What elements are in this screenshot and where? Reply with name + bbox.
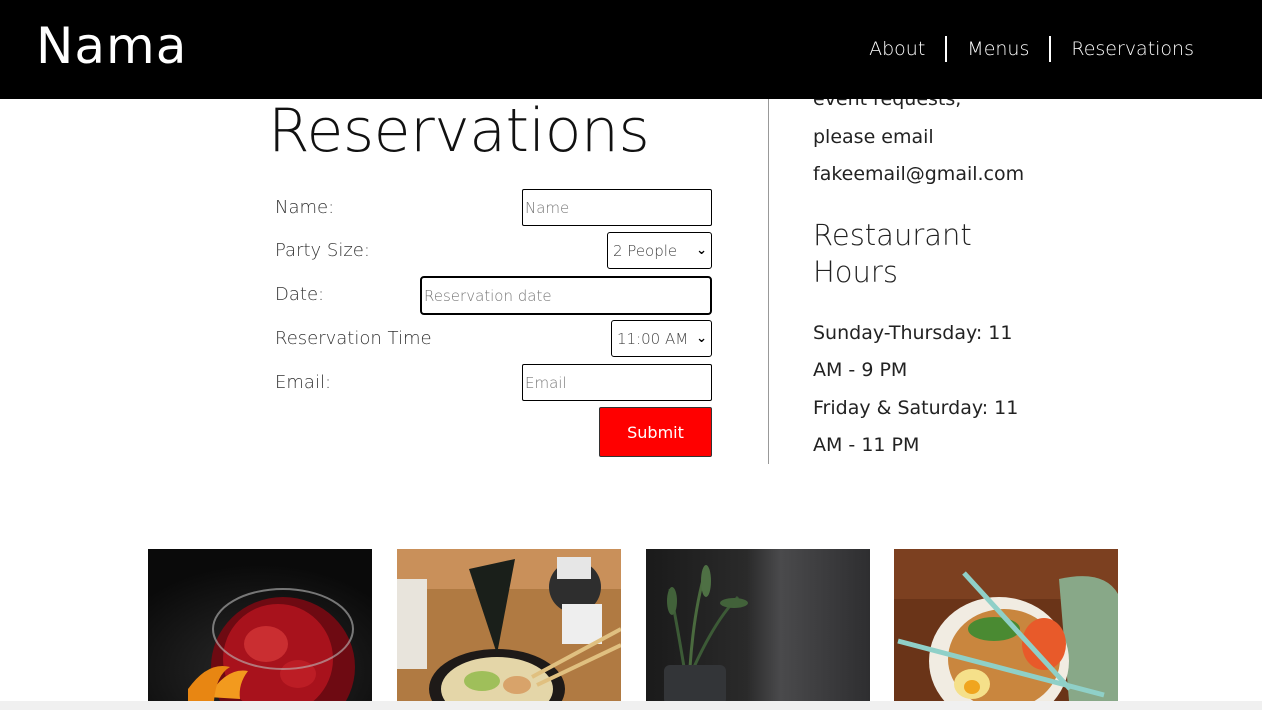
hours-heading-line: Restaurant <box>813 218 972 252</box>
chevron-down-icon: ⌄ <box>696 331 707 346</box>
hours-line: AM - 11 PM <box>813 434 920 456</box>
name-label: Name: <box>275 197 335 218</box>
ramen-photo <box>397 549 621 701</box>
column-divider <box>768 99 769 464</box>
email-placeholder: Email <box>525 373 567 392</box>
email-label: Email: <box>275 372 332 393</box>
party-size-select[interactable]: 2 People ⌄ <box>607 232 712 269</box>
nav-menu: About Menus Reservations <box>849 35 1214 63</box>
reservation-date-input[interactable]: Reservation date <box>420 276 712 315</box>
email-input[interactable]: Email <box>522 364 712 401</box>
nav-menus-link[interactable]: Menus <box>947 35 1049 63</box>
navbar: Nama About Menus Reservations <box>0 0 1262 99</box>
date-label: Date: <box>275 284 325 305</box>
reservation-time-select[interactable]: 11:00 AM ⌄ <box>611 320 712 357</box>
reservation-time-label: Reservation Time <box>275 328 432 349</box>
horizontal-scrollbar[interactable] <box>0 701 1262 710</box>
submit-button[interactable]: Submit <box>599 407 712 457</box>
noodle-bowl-photo <box>894 549 1118 701</box>
party-size-value: 2 People <box>613 241 678 260</box>
logo[interactable]: Nama <box>36 16 187 76</box>
cocktail-photo <box>148 549 372 701</box>
nav-reservations-link[interactable]: Reservations <box>1051 35 1214 63</box>
hours-heading: Restaurant Hours <box>813 217 972 291</box>
nav-about-link[interactable]: About <box>849 35 945 63</box>
party-size-label: Party Size: <box>275 240 370 261</box>
hours-heading-line: Hours <box>813 255 898 289</box>
chevron-down-icon: ⌄ <box>696 243 707 258</box>
contact-email: fakeemail@gmail.com <box>813 163 1025 185</box>
page-title: Reservations <box>268 96 650 166</box>
name-placeholder: Name <box>525 198 570 217</box>
contact-line: please email <box>813 126 934 148</box>
hours-line: AM - 9 PM <box>813 359 908 381</box>
name-input[interactable]: Name <box>522 189 712 226</box>
hours-line: Sunday-Thursday: 11 <box>813 322 1013 344</box>
date-placeholder: Reservation date <box>424 286 552 305</box>
plant-photo <box>646 549 870 701</box>
hours-line: Friday & Saturday: 11 <box>813 397 1019 419</box>
reservation-time-value: 11:00 AM <box>617 329 689 348</box>
